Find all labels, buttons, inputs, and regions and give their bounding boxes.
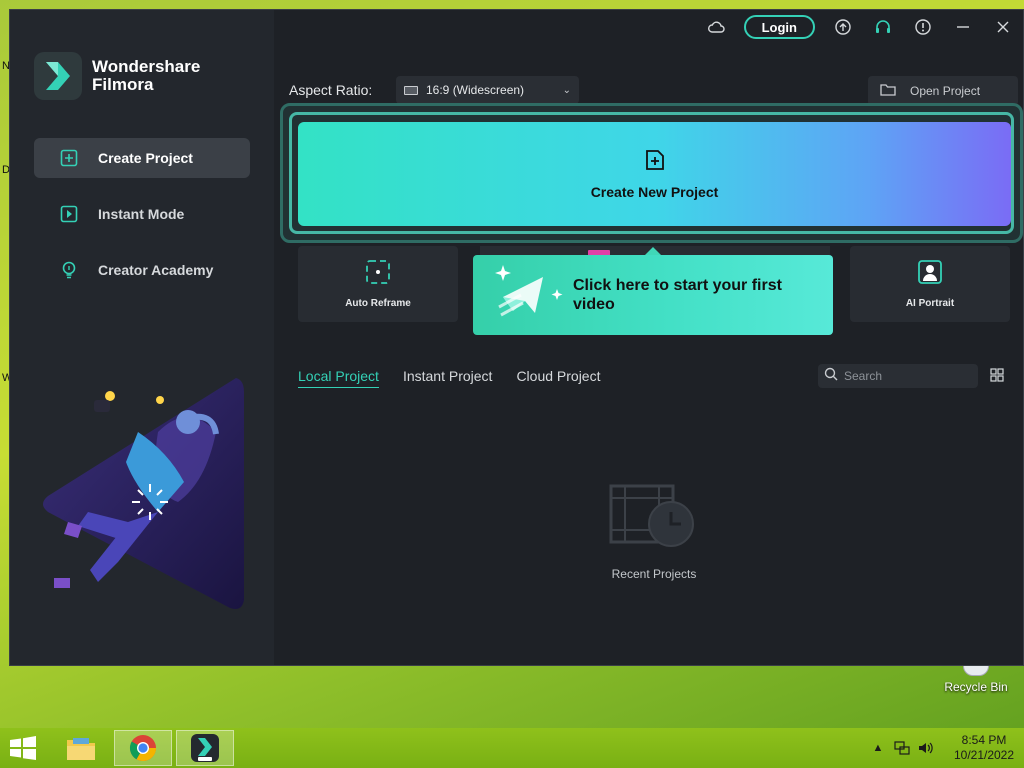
ai-portrait-icon <box>917 259 943 290</box>
brand: Wondershare Filmora <box>34 52 200 100</box>
folder-icon <box>880 83 896 99</box>
filmora-window: Wondershare Filmora Create Project Insta… <box>9 9 1024 666</box>
sidebar: Wondershare Filmora Create Project Insta… <box>10 10 274 665</box>
taskbar: ▲ 8:54 PM 10/21/2022 <box>0 728 1024 768</box>
search-box <box>818 364 978 388</box>
system-clock[interactable]: 8:54 PM 10/21/2022 <box>944 733 1024 763</box>
network-icon[interactable] <box>894 740 910 756</box>
chevron-up-icon[interactable]: ▲ <box>870 740 886 756</box>
grid-view-icon[interactable] <box>990 368 1006 384</box>
sidebar-item-create-project[interactable]: Create Project <box>34 138 250 178</box>
file-explorer-icon[interactable] <box>52 730 110 766</box>
sidebar-nav: Create Project Instant Mode Creator Acad… <box>34 138 250 306</box>
close-icon[interactable] <box>993 17 1013 37</box>
ai-portrait-label: AI Portrait <box>905 298 955 309</box>
filmora-logo-icon <box>34 52 82 100</box>
sidebar-item-label: Instant Mode <box>98 206 185 222</box>
recycle-bin-label: Recycle Bin <box>944 680 1008 694</box>
project-tabs: Local Project Instant Project Cloud Proj… <box>298 368 624 388</box>
onboarding-tooltip[interactable]: Click here to start your first video <box>473 247 833 335</box>
brand-name: Wondershare Filmora <box>92 58 200 94</box>
filmora-icon[interactable] <box>176 730 234 766</box>
tab-cloud-project[interactable]: Cloud Project <box>516 368 600 388</box>
windows-start-icon[interactable] <box>8 736 38 760</box>
widescreen-icon <box>404 85 418 95</box>
instant-mode-icon <box>60 205 78 223</box>
system-tray: ▲ 8:54 PM 10/21/2022 <box>866 728 1024 768</box>
search-icon <box>824 367 838 386</box>
headset-icon[interactable] <box>873 17 893 37</box>
sidebar-item-label: Creator Academy <box>98 262 214 278</box>
ai-portrait-tile[interactable]: AI Portrait <box>850 246 1010 322</box>
create-new-project-button[interactable]: Create New Project <box>298 122 1011 226</box>
title-bar: Login <box>696 10 1023 44</box>
open-project-label: Open Project <box>910 84 981 98</box>
upload-icon[interactable] <box>833 17 853 37</box>
search-input[interactable] <box>844 369 964 383</box>
sidebar-illustration <box>38 372 244 612</box>
rocket-arrow-icon <box>473 255 573 335</box>
aspect-ratio-label: Aspect Ratio: <box>289 82 373 98</box>
tab-instant-project[interactable]: Instant Project <box>403 368 493 388</box>
chevron-down-icon: ⌄ <box>562 84 571 96</box>
auto-reframe-icon <box>365 259 391 290</box>
add-file-icon <box>644 149 666 176</box>
aspect-ratio-value: 16:9 (Widescreen) <box>426 83 525 97</box>
sidebar-item-label: Create Project <box>98 150 193 166</box>
login-button[interactable]: Login <box>743 15 815 39</box>
open-project-button[interactable]: Open Project <box>868 76 1018 106</box>
info-icon[interactable] <box>913 17 933 37</box>
auto-reframe-tile[interactable]: Auto Reframe <box>298 246 458 322</box>
lightbulb-icon <box>60 261 78 279</box>
create-new-project-label: Create New Project <box>590 183 719 200</box>
clock-date: 10/21/2022 <box>953 748 1015 762</box>
empty-state: Recent Projects <box>598 484 710 581</box>
film-clock-icon <box>609 484 699 552</box>
brand-line2: Filmora <box>92 75 154 94</box>
auto-reframe-label: Auto Reframe <box>345 298 411 309</box>
brand-line1: Wondershare <box>92 57 201 76</box>
aspect-ratio-select[interactable]: 16:9 (Widescreen) ⌄ <box>396 76 579 104</box>
tab-local-project[interactable]: Local Project <box>298 368 379 388</box>
sidebar-item-creator-academy[interactable]: Creator Academy <box>34 250 250 290</box>
chrome-icon[interactable] <box>114 730 172 766</box>
minimize-icon[interactable] <box>953 17 973 37</box>
volume-icon[interactable] <box>918 740 934 756</box>
recent-projects-caption: Recent Projects <box>611 567 697 581</box>
tooltip-text: Click here to start your first video <box>573 277 782 313</box>
clock-time: 8:54 PM <box>961 733 1007 747</box>
add-project-icon <box>60 149 78 167</box>
sidebar-item-instant-mode[interactable]: Instant Mode <box>34 194 250 234</box>
cloud-icon[interactable] <box>706 17 726 37</box>
